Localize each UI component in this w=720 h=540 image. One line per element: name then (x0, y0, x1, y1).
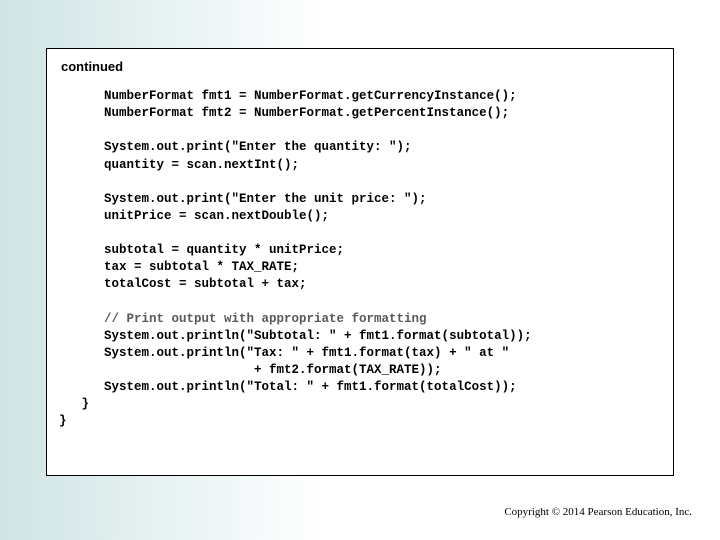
code-line: System.out.println("Subtotal: " + fmt1.f… (59, 329, 532, 343)
code-line: System.out.print("Enter the unit price: … (59, 192, 427, 206)
code-line: + fmt2.format(TAX_RATE)); (59, 363, 442, 377)
code-line: } (59, 414, 67, 428)
code-line: unitPrice = scan.nextDouble(); (59, 209, 329, 223)
code-line: totalCost = subtotal + tax; (59, 277, 307, 291)
code-line: quantity = scan.nextInt(); (59, 158, 299, 172)
code-line: tax = subtotal * TAX_RATE; (59, 260, 299, 274)
code-line: NumberFormat fmt2 = NumberFormat.getPerc… (59, 106, 509, 120)
code-listing-box: continued NumberFormat fmt1 = NumberForm… (46, 48, 674, 476)
code-line: System.out.println("Total: " + fmt1.form… (59, 380, 517, 394)
code-comment-line: // Print output with appropriate formatt… (59, 312, 427, 326)
code-line: } (59, 397, 89, 411)
continued-label: continued (61, 59, 661, 74)
copyright-text: Copyright © 2014 Pearson Education, Inc. (504, 506, 692, 518)
code-line: System.out.print("Enter the quantity: ")… (59, 140, 412, 154)
code-line: System.out.println("Tax: " + fmt1.format… (59, 346, 509, 360)
code-line: subtotal = quantity * unitPrice; (59, 243, 344, 257)
code-block: NumberFormat fmt1 = NumberFormat.getCurr… (59, 88, 661, 431)
code-line: NumberFormat fmt1 = NumberFormat.getCurr… (59, 89, 517, 103)
slide: continued NumberFormat fmt1 = NumberForm… (0, 0, 720, 540)
